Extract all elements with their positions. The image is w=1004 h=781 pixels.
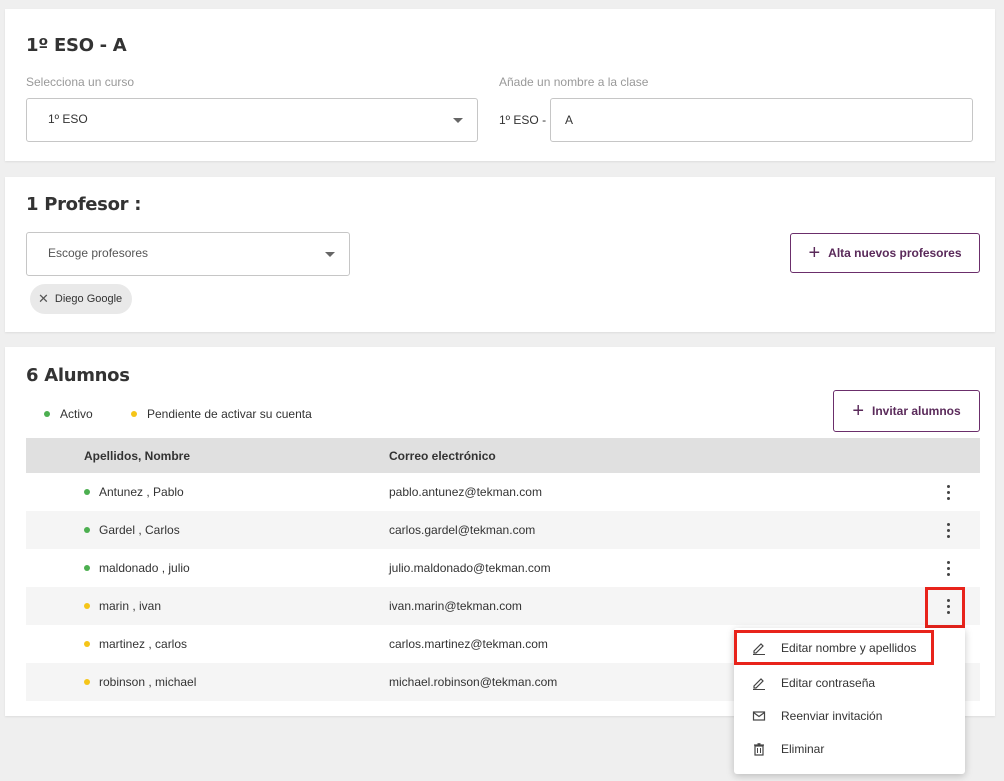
- invite-students-label: Invitar alumnos: [872, 404, 961, 418]
- menu-item-edit-password-label: Editar contraseña: [781, 676, 876, 690]
- student-name: Antunez , Pablo: [99, 485, 184, 499]
- student-name-cell: Antunez , Pablo: [84, 485, 389, 499]
- table-row: maldonado , julio julio.maldonado@tekman.…: [26, 549, 980, 587]
- table-row: Gardel , Carlos carlos.gardel@tekman.com: [26, 511, 980, 549]
- close-icon[interactable]: ✕: [38, 291, 49, 307]
- legend-pending-label: Pendiente de activar su cuenta: [147, 407, 312, 421]
- more-options-icon[interactable]: [938, 560, 958, 576]
- student-name-cell: marin , ivan: [84, 599, 389, 613]
- envelope-icon: [752, 711, 766, 721]
- student-email: julio.maldonado@tekman.com: [389, 561, 551, 575]
- menu-item-resend-invitation[interactable]: Reenviar invitación: [734, 701, 965, 731]
- table-row: marin , ivan ivan.marin@tekman.com: [26, 587, 980, 625]
- menu-item-delete[interactable]: Eliminar: [734, 734, 965, 764]
- chevron-down-icon: [325, 252, 335, 257]
- class-card: 1º ESO - A Selecciona un curso 1º ESO Añ…: [5, 9, 995, 161]
- status-dot-icon: [84, 489, 90, 495]
- student-name-cell: Gardel , Carlos: [84, 523, 389, 537]
- status-dot-icon: [84, 527, 90, 533]
- teachers-title: 1 Profesor :: [26, 194, 142, 215]
- legend-active-label: Activo: [60, 407, 93, 421]
- active-dot-icon: [44, 411, 50, 417]
- class-name-input[interactable]: [550, 98, 973, 142]
- add-teachers-button[interactable]: + Alta nuevos profesores: [790, 233, 980, 273]
- student-email: carlos.gardel@tekman.com: [389, 523, 536, 537]
- menu-item-edit-password[interactable]: Editar contraseña: [734, 668, 965, 698]
- status-dot-icon: [84, 565, 90, 571]
- status-dot-icon: [84, 641, 90, 647]
- course-select-value: 1º ESO: [48, 112, 88, 126]
- menu-item-delete-label: Eliminar: [781, 742, 825, 756]
- teachers-select-placeholder: Escoge profesores: [48, 246, 149, 260]
- student-email: ivan.marin@tekman.com: [389, 599, 522, 613]
- student-name: Gardel , Carlos: [99, 523, 180, 537]
- invite-students-button[interactable]: + Invitar alumnos: [833, 390, 980, 432]
- student-name: martinez , carlos: [99, 637, 188, 651]
- more-options-icon[interactable]: [938, 484, 958, 500]
- more-options-icon[interactable]: [938, 522, 958, 538]
- plus-icon: +: [852, 400, 864, 422]
- student-name: maldonado , julio: [99, 561, 190, 575]
- teacher-chip-label: Diego Google: [54, 293, 123, 305]
- status-dot-icon: [84, 603, 90, 609]
- pending-dot-icon: [131, 411, 137, 417]
- students-title: 6 Alumnos: [26, 365, 130, 386]
- class-title: 1º ESO - A: [26, 35, 127, 56]
- course-select[interactable]: 1º ESO: [26, 98, 478, 142]
- teachers-select[interactable]: Escoge profesores: [26, 232, 350, 276]
- chevron-down-icon: [453, 118, 463, 123]
- student-email: pablo.antunez@tekman.com: [389, 485, 542, 499]
- course-label: Selecciona un curso: [26, 75, 135, 89]
- highlight-menu-item: [734, 630, 934, 665]
- menu-item-resend-invitation-label: Reenviar invitación: [781, 709, 883, 723]
- student-name: marin , ivan: [99, 599, 162, 613]
- table-row: Antunez , Pablo pablo.antunez@tekman.com: [26, 473, 980, 511]
- legend-pending: Pendiente de activar su cuenta: [131, 407, 312, 421]
- class-name-prefix: 1º ESO -: [499, 113, 547, 127]
- class-name-label: Añade un nombre a la clase: [499, 75, 649, 89]
- table-header: Apellidos, Nombre Correo electrónico: [26, 438, 980, 473]
- column-header-email: Correo electrónico: [389, 448, 496, 463]
- add-teachers-label: Alta nuevos profesores: [828, 246, 962, 260]
- teachers-card: 1 Profesor : Escoge profesores + Alta nu…: [5, 177, 995, 332]
- student-name-cell: robinson , michael: [84, 675, 389, 689]
- trash-icon: [754, 743, 764, 756]
- pencil-icon: [753, 678, 765, 690]
- teacher-chip: ✕ Diego Google: [30, 284, 133, 314]
- student-name-cell: martinez , carlos: [84, 637, 389, 651]
- student-name-cell: maldonado , julio: [84, 561, 389, 575]
- plus-icon: +: [808, 242, 821, 264]
- legend-active: Activo: [44, 407, 93, 421]
- student-name: robinson , michael: [99, 675, 197, 689]
- highlight-kebab: [925, 587, 965, 628]
- column-header-name: Apellidos, Nombre: [84, 448, 191, 463]
- status-dot-icon: [84, 679, 90, 685]
